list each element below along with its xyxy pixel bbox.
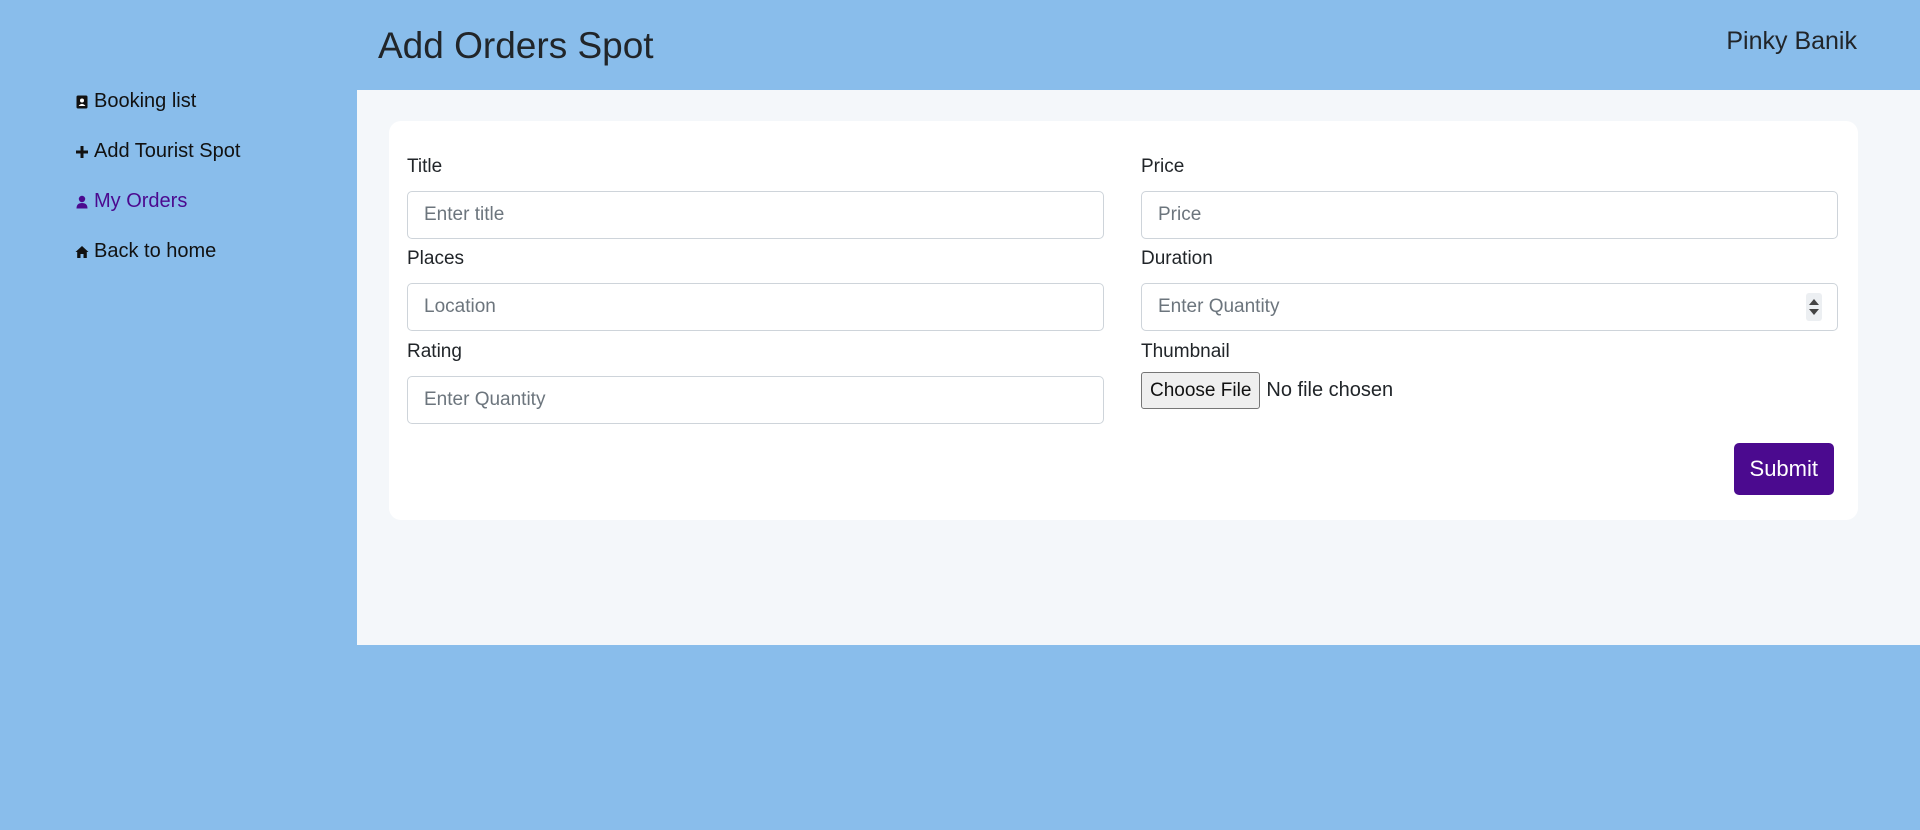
places-label: Places bbox=[407, 248, 465, 269]
user-name: Pinky Banik bbox=[1726, 27, 1857, 55]
price-label: Price bbox=[1141, 156, 1185, 177]
duration-input[interactable] bbox=[1141, 283, 1838, 331]
main-content: Title Price Places Duration Rating Thumb… bbox=[357, 90, 1920, 645]
places-input[interactable] bbox=[407, 283, 1104, 331]
home-icon bbox=[74, 244, 90, 260]
price-input[interactable] bbox=[1141, 191, 1838, 239]
submit-button[interactable]: Submit bbox=[1733, 443, 1834, 495]
sidebar-item-label: Add Tourist Spot bbox=[94, 140, 241, 162]
title-field: Title bbox=[407, 156, 1104, 239]
price-field: Price bbox=[1141, 156, 1838, 239]
user-icon bbox=[74, 194, 90, 210]
top-bar: Add Orders Spot Pinky Banik bbox=[357, 0, 1920, 90]
form-card: Title Price Places Duration Rating Thumb… bbox=[389, 121, 1858, 520]
title-label: Title bbox=[407, 156, 443, 177]
thumbnail-label: Thumbnail bbox=[1141, 341, 1230, 362]
thumbnail-field: Thumbnail Choose File No file chosen bbox=[1141, 341, 1838, 409]
sidebar-item-booking-list[interactable]: Booking list bbox=[74, 90, 196, 113]
choose-file-button[interactable]: Choose File bbox=[1141, 372, 1261, 409]
sidebar: Booking list Add Tourist Spot My Orders … bbox=[0, 0, 357, 830]
sidebar-item-label: My Orders bbox=[94, 190, 188, 212]
sidebar-item-add-tourist-spot[interactable]: Add Tourist Spot bbox=[74, 140, 240, 163]
title-input[interactable] bbox=[407, 191, 1104, 239]
duration-label: Duration bbox=[1141, 248, 1213, 269]
rating-label: Rating bbox=[407, 341, 462, 362]
chevron-up-icon[interactable] bbox=[1809, 299, 1819, 305]
sidebar-item-back-to-home[interactable]: Back to home bbox=[74, 240, 216, 263]
file-status: No file chosen bbox=[1266, 379, 1394, 401]
address-book-icon bbox=[74, 94, 90, 110]
chevron-down-icon[interactable] bbox=[1809, 309, 1819, 315]
duration-field: Duration bbox=[1141, 248, 1838, 331]
file-picker: Choose File No file chosen bbox=[1141, 372, 1838, 409]
sidebar-item-label: Back to home bbox=[94, 240, 217, 262]
sidebar-item-my-orders[interactable]: My Orders bbox=[74, 190, 187, 213]
places-field: Places bbox=[407, 248, 1104, 331]
rating-field: Rating bbox=[407, 341, 1104, 424]
plus-icon bbox=[74, 144, 90, 160]
duration-stepper[interactable] bbox=[1806, 293, 1822, 321]
sidebar-item-label: Booking list bbox=[94, 90, 197, 112]
page-title: Add Orders Spot bbox=[378, 25, 654, 66]
rating-input[interactable] bbox=[407, 376, 1104, 424]
